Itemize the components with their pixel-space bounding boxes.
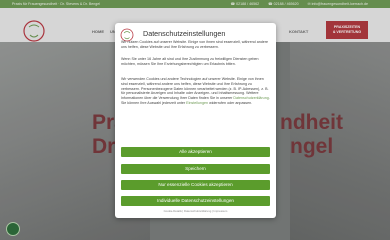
- individual-settings-button[interactable]: Individuelle Datenschutzeinstellungen: [121, 196, 270, 206]
- accept-all-button[interactable]: Alle akzeptieren: [121, 147, 270, 157]
- privacy-policy-link[interactable]: Datenschutzerklärung: [233, 96, 268, 100]
- dialog-footer-links[interactable]: Cookie-Details | Datenschutzerklärung | …: [115, 209, 276, 213]
- intro-paragraph: Wir nutzen Cookies auf unserer Website. …: [121, 40, 269, 49]
- details-paragraph: Wir verwenden Cookies und andere Technol…: [121, 77, 271, 106]
- accept-essential-only-button[interactable]: Nur essenzielle Cookies akzeptieren: [121, 180, 270, 190]
- cookie-consent-dialog: Datenschutzeinstellungen Wir nutzen Cook…: [115, 23, 276, 218]
- details-end: widerrufen oder anpassen.: [209, 100, 253, 105]
- dialog-title: Datenschutzeinstellungen: [143, 29, 226, 38]
- save-button[interactable]: Speichern: [121, 164, 270, 174]
- settings-link[interactable]: Einstellungen: [186, 101, 208, 105]
- age-notice-paragraph: Wenn Sie unter 16 Jahre alt sind und Ihr…: [121, 57, 259, 66]
